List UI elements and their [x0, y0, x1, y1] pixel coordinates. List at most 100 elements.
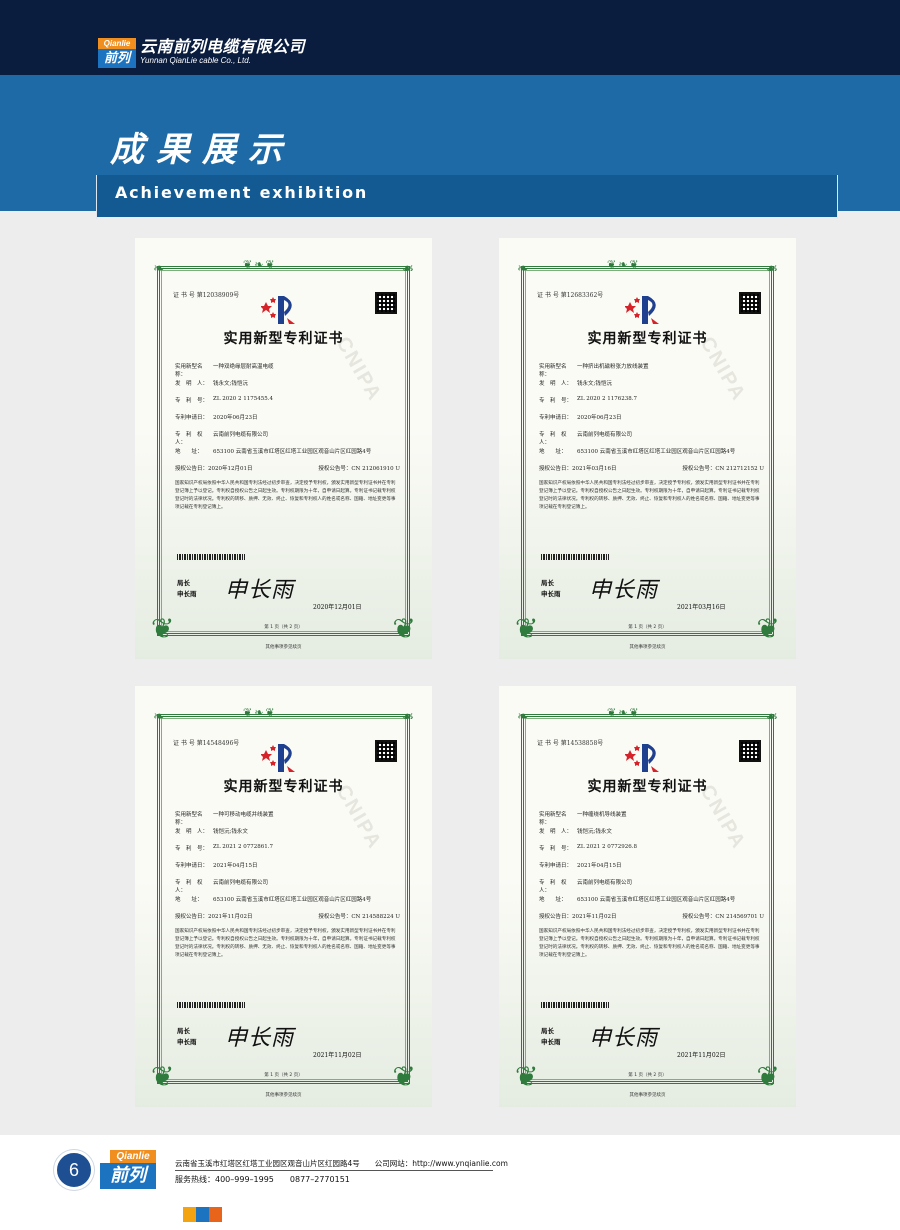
address: 653100 云南省玉溪市红塔区红塔工业园区观音山片区红园路4号: [577, 449, 736, 455]
signatory-title: 局长: [177, 1027, 190, 1035]
field-label: 地 址：: [539, 449, 567, 455]
field-label: 授权公告日：: [539, 914, 573, 920]
ornament-top-icon: ❦❧❦: [607, 258, 641, 271]
field-label: 专利申请日：: [539, 415, 573, 421]
page-indicator: 第 1 页（共 2 页）: [264, 625, 303, 630]
inventor: 钱永文;钱恺沅: [577, 381, 612, 387]
color-block: [209, 1207, 222, 1222]
utility-model-name: 一种挤出机磁粉张力放线装置: [577, 364, 649, 370]
certificate-footnote: 其他事项参见续页: [629, 645, 666, 650]
issue-date: 2021年11月02日: [677, 1052, 726, 1059]
patent-certificate[interactable]: ❦❧❦ ❧ ☙ ❦ ❦ CNIPA 证 书 号 第12683362号 实用新型专…: [499, 238, 796, 659]
patent-certificate[interactable]: ❦❧❦ ❧ ☙ ❦ ❦ CNIPA 证 书 号 第14548496号 实用新型专…: [135, 686, 432, 1107]
footer-hotline: 服务热线：400–999–1995 0877–2770151: [175, 1175, 350, 1184]
certificate-number: 证 书 号 第12683362号: [537, 292, 604, 299]
certificate-footnote: 其他事项参见续页: [629, 1093, 666, 1098]
inventor: 钱永文;钱恺沅: [213, 381, 248, 387]
company-name-cn: 云南前列电缆有限公司: [140, 37, 306, 56]
ornament-top-icon: ❦❧❦: [607, 706, 641, 719]
field-label: 专 利 权 人：: [539, 432, 573, 446]
ornament-top-icon: ❦❧❦: [243, 258, 277, 271]
field-label: 专利申请日：: [175, 863, 209, 869]
inventor: 钱恺沅;钱永文: [577, 829, 612, 835]
field-label: 授权公告号：: [318, 914, 352, 920]
certificate-body-text: 国家知识产权局依照中华人民共和国专利法经过初步审查，决定授予专利权，颁发实用新型…: [175, 929, 396, 958]
page-indicator: 第 1 页（共 2 页）: [628, 625, 667, 630]
ornament-corner-icon: ❧: [517, 261, 529, 277]
utility-model-name: 一种双绝缘层耐高温电缆: [213, 364, 274, 370]
barcode: [177, 554, 245, 560]
issue-date: 2020年12月01日: [313, 604, 362, 611]
company-logo[interactable]: Qianlie 前列 云南前列电缆有限公司 Yunnan QianLie cab…: [98, 38, 305, 68]
patentee: 云南前列电缆有限公司: [577, 432, 633, 438]
field-label: 专 利 号：: [175, 846, 209, 852]
publication-number: CN 212712152 U: [715, 466, 764, 472]
publication-number: CN 214588224 U: [351, 914, 400, 920]
signatory-title: 局长: [541, 1027, 554, 1035]
patent-number: ZL 2021 2 0772926.8: [577, 844, 637, 850]
cnipa-emblem-icon: [261, 744, 295, 772]
qr-code: [739, 740, 761, 762]
publication-number: CN 212061910 U: [351, 466, 400, 472]
field-label: 专 利 权 人：: [539, 880, 573, 894]
certificate-fields: 实用新型名称： 一种缠绕机导线装置 发 明 人： 钱恺沅;钱永文 专 利 号： ZL …: [539, 810, 764, 924]
ornament-corner-icon: ☙: [401, 261, 414, 277]
utility-model-name: 一种缠绕机导线装置: [577, 812, 627, 818]
utility-model-name: 一种可移动电缆并线装置: [213, 812, 274, 818]
field-label: 地 址：: [175, 449, 203, 455]
section-title: 成果展示: [110, 130, 294, 170]
logo-cn: 前列: [98, 49, 136, 68]
signatory-name: 申长雨: [541, 590, 561, 598]
field-label: 专 利 权 人：: [175, 880, 209, 894]
color-block: [196, 1207, 209, 1222]
signatory-title: 局长: [177, 579, 190, 587]
ornament-corner-icon: ❧: [517, 709, 529, 725]
footer-address-website: 云南省玉溪市红塔区红塔工业园区观音山片区红园路4号 公司网站：http://ww…: [175, 1159, 508, 1168]
field-label: 发 明 人：: [175, 829, 209, 835]
field-label: 专 利 号：: [539, 398, 573, 404]
field-label: 专 利 号：: [175, 398, 209, 404]
field-label: 授权公告日：: [539, 466, 573, 472]
publication-date: 2021年11月02日: [572, 914, 617, 920]
field-label: 地 址：: [175, 897, 203, 903]
issue-date: 2021年03月16日: [677, 604, 726, 611]
ornament-corner-icon: ❧: [153, 709, 165, 725]
certificate-footnote: 其他事项参见续页: [265, 645, 302, 650]
footer-logo[interactable]: Qianlie 前列: [100, 1150, 156, 1190]
color-block: [183, 1207, 196, 1222]
signatory: 局长 申长雨: [177, 1026, 197, 1048]
patent-certificate[interactable]: ❦❧❦ ❧ ☙ ❦ ❦ CNIPA 证 书 号 第14538858号 实用新型专…: [499, 686, 796, 1107]
application-date: 2020年06月23日: [577, 415, 622, 421]
page-number: 6: [68, 1160, 79, 1180]
field-label: 授权公告号：: [318, 466, 352, 472]
field-label: 授权公告号：: [682, 914, 716, 920]
field-label: 发 明 人：: [539, 381, 573, 387]
cnipa-emblem-icon: [625, 296, 659, 324]
field-label: 实用新型名称：: [539, 812, 567, 826]
certificate-title: 实用新型专利证书: [587, 779, 708, 795]
field-label: 专 利 权 人：: [175, 432, 209, 446]
field-label: 发 明 人：: [539, 829, 573, 835]
qr-code: [375, 740, 397, 762]
certificate-fields: 实用新型名称： 一种可移动电缆并线装置 发 明 人： 钱恺沅;钱永文 专 利 号： Z…: [175, 810, 400, 924]
page-indicator: 第 1 页（共 2 页）: [628, 1073, 667, 1078]
patent-certificate[interactable]: ❦❧❦ ❧ ☙ ❦ ❦ CNIPA 证 书 号 第12038909号 实用新型专…: [135, 238, 432, 659]
company-name-en: Yunnan QianLie cable Co., Ltd.: [140, 56, 251, 65]
certificate-body-text: 国家知识产权局依照中华人民共和国专利法经过初步审查，决定授予专利权，颁发实用新型…: [539, 929, 760, 958]
publication-date: 2021年11月02日: [208, 914, 253, 920]
certificate-number: 证 书 号 第12038909号: [173, 292, 240, 299]
field-label: 专利申请日：: [539, 863, 573, 869]
certificate-number: 证 书 号 第14548496号: [173, 740, 240, 747]
patentee: 云南前列电缆有限公司: [577, 880, 633, 886]
certificate-number: 证 书 号 第14538858号: [537, 740, 604, 747]
qr-code: [739, 292, 761, 314]
application-date: 2021年04月15日: [213, 863, 258, 869]
patent-number: ZL 2021 2 0772861.7: [213, 844, 273, 850]
barcode: [541, 554, 609, 560]
ornament-corner-icon: ☙: [401, 709, 414, 725]
logo-badge: Qianlie 前列: [98, 38, 136, 68]
field-label: 实用新型名称：: [175, 364, 203, 378]
certificate-title: 实用新型专利证书: [223, 779, 344, 795]
certificate-title: 实用新型专利证书: [223, 331, 344, 347]
company-name: 云南前列电缆有限公司 Yunnan QianLie cable Co., Ltd…: [140, 38, 305, 66]
